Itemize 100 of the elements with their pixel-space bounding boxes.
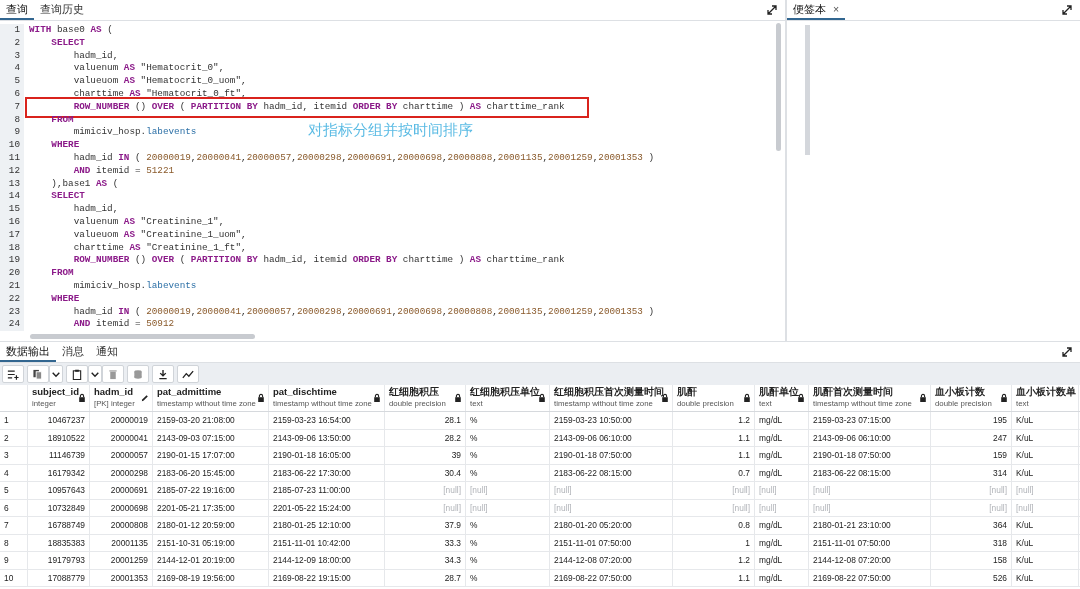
- table-cell: 20000691: [90, 482, 153, 499]
- lock-icon: [919, 393, 927, 403]
- copy-button[interactable]: [27, 365, 49, 383]
- table-cell: [null]: [466, 482, 550, 499]
- row-number: 7: [0, 517, 28, 534]
- table-cell: 20000057: [90, 447, 153, 464]
- table-cell: %: [466, 447, 550, 464]
- line-number: 24: [0, 318, 24, 332]
- scrollbar[interactable]: [805, 25, 810, 155]
- download-icon: [157, 368, 169, 380]
- table-cell: [null]: [673, 482, 755, 499]
- code-line: mimiciv_hosp.labevents: [72, 279, 197, 293]
- code-line: valueuom AS "Hematocrit_0_uom",: [72, 75, 247, 88]
- lock-icon: [257, 393, 265, 403]
- line-number: 15: [0, 203, 24, 216]
- copy-icon: [32, 368, 44, 380]
- table-cell: K/uL: [1012, 517, 1079, 534]
- table-cell: 2169-08-22 07:50:00: [550, 569, 673, 586]
- table-cell: 20000298: [90, 464, 153, 481]
- table-cell: 2180-01-21 23:10:00: [809, 517, 931, 534]
- table-cell: 318: [931, 534, 1012, 551]
- table-cell: 2151-11-01 07:50:00: [550, 534, 673, 551]
- code-line: charttime AS "Creatinine_1_ft",: [72, 241, 247, 255]
- editor-tab[interactable]: 查询历史: [34, 0, 90, 20]
- table-cell: %: [466, 552, 550, 569]
- table-cell: 1: [673, 534, 755, 551]
- table-cell: [null]: [385, 499, 466, 516]
- table-cell: %: [466, 569, 550, 586]
- output-tab[interactable]: 通知: [90, 342, 124, 362]
- table-cell: K/uL: [1012, 464, 1079, 481]
- lock-icon: [797, 393, 805, 403]
- close-icon[interactable]: ×: [832, 3, 840, 15]
- row-number: 9: [0, 552, 28, 569]
- table-cell: 37.9: [385, 517, 466, 534]
- table-cell: 526: [931, 569, 1012, 586]
- table-cell: 2183-06-20 15:45:00: [153, 464, 269, 481]
- table-cell: 33.3: [385, 534, 466, 551]
- table-cell: 159: [931, 447, 1012, 464]
- table-cell: K/uL: [1012, 429, 1079, 446]
- add-row-icon: [7, 368, 19, 380]
- table-cell: 1.1: [673, 569, 755, 586]
- table-cell: [null]: [673, 499, 755, 516]
- notes-tab[interactable]: 便签本 ×: [787, 0, 846, 20]
- pencil-icon: [141, 393, 149, 403]
- line-number: 10: [0, 139, 24, 152]
- column-name: 肌酐首次测量时间: [813, 386, 894, 398]
- table-cell: 2144-12-08 07:20:00: [809, 552, 931, 569]
- table-cell: 20000698: [90, 499, 153, 516]
- lock-icon: [1000, 393, 1008, 403]
- code-line: ),base1 AS (: [50, 177, 119, 191]
- code-line: hadm_id,: [72, 203, 119, 216]
- table-cell: [null]: [755, 482, 809, 499]
- table-cell: 2180-01-20 05:20:00: [550, 517, 673, 534]
- table-cell: 10957643: [28, 482, 90, 499]
- table-cell: mg/dL: [755, 569, 809, 586]
- expand-icon[interactable]: [1062, 347, 1072, 357]
- output-tab[interactable]: 消息: [56, 342, 90, 362]
- database-icon: [132, 368, 144, 380]
- table-cell: %: [466, 517, 550, 534]
- row-number: 5: [0, 482, 28, 499]
- column-name: 肌酐单位: [759, 386, 797, 398]
- table-cell: 1.2: [673, 412, 755, 429]
- table-cell: 247: [931, 429, 1012, 446]
- table-cell: 28.7: [385, 569, 466, 586]
- expand-icon[interactable]: [1062, 5, 1072, 15]
- table-cell: mg/dL: [755, 464, 809, 481]
- code-line: mimiciv_hosp.labevents: [72, 126, 197, 140]
- paste-button[interactable]: [66, 365, 88, 383]
- graph-button[interactable]: [177, 365, 199, 383]
- table-cell: [null]: [385, 482, 466, 499]
- table-cell: [null]: [550, 482, 673, 499]
- code-line: ROW_NUMBER () OVER ( PARTITION BY hadm_id, itemid ORDER BY charttime ) AS charttime_rank: [72, 254, 565, 268]
- table-cell: 2185-07-23 11:00:00: [269, 482, 385, 499]
- download-button[interactable]: [152, 365, 174, 383]
- table-cell: K/uL: [1012, 412, 1079, 429]
- column-name: 红细胞积压: [389, 386, 440, 398]
- table-cell: [null]: [550, 499, 673, 516]
- table-cell: [null]: [1012, 499, 1079, 516]
- table-cell: mg/dL: [755, 412, 809, 429]
- dropdown-button[interactable]: [88, 365, 102, 383]
- scrollbar[interactable]: [776, 23, 781, 151]
- table-cell: 2183-06-22 08:15:00: [809, 464, 931, 481]
- table-cell: 16179342: [28, 464, 90, 481]
- add-row-button[interactable]: [2, 365, 24, 383]
- dropdown-button[interactable]: [49, 365, 63, 383]
- scrollbar[interactable]: [30, 334, 255, 339]
- code-line: valuenum AS "Hematocrit_0",: [72, 62, 225, 76]
- table-cell: 158: [931, 552, 1012, 569]
- code-line: WHERE: [50, 139, 80, 152]
- table-cell: 10732849: [28, 499, 90, 516]
- table-cell: 30.4: [385, 464, 466, 481]
- expand-icon[interactable]: [767, 5, 777, 15]
- table-cell: 2190-01-18 16:05:00: [269, 447, 385, 464]
- row-number: 8: [0, 534, 28, 551]
- table-cell: 2201-05-22 15:24:00: [269, 499, 385, 516]
- table-cell: 11146739: [28, 447, 90, 464]
- table-cell: 2180-01-12 20:59:00: [153, 517, 269, 534]
- column-name: pat_dischtime: [273, 386, 338, 398]
- table-cell: %: [466, 464, 550, 481]
- table-cell: 2201-05-21 17:35:00: [153, 499, 269, 516]
